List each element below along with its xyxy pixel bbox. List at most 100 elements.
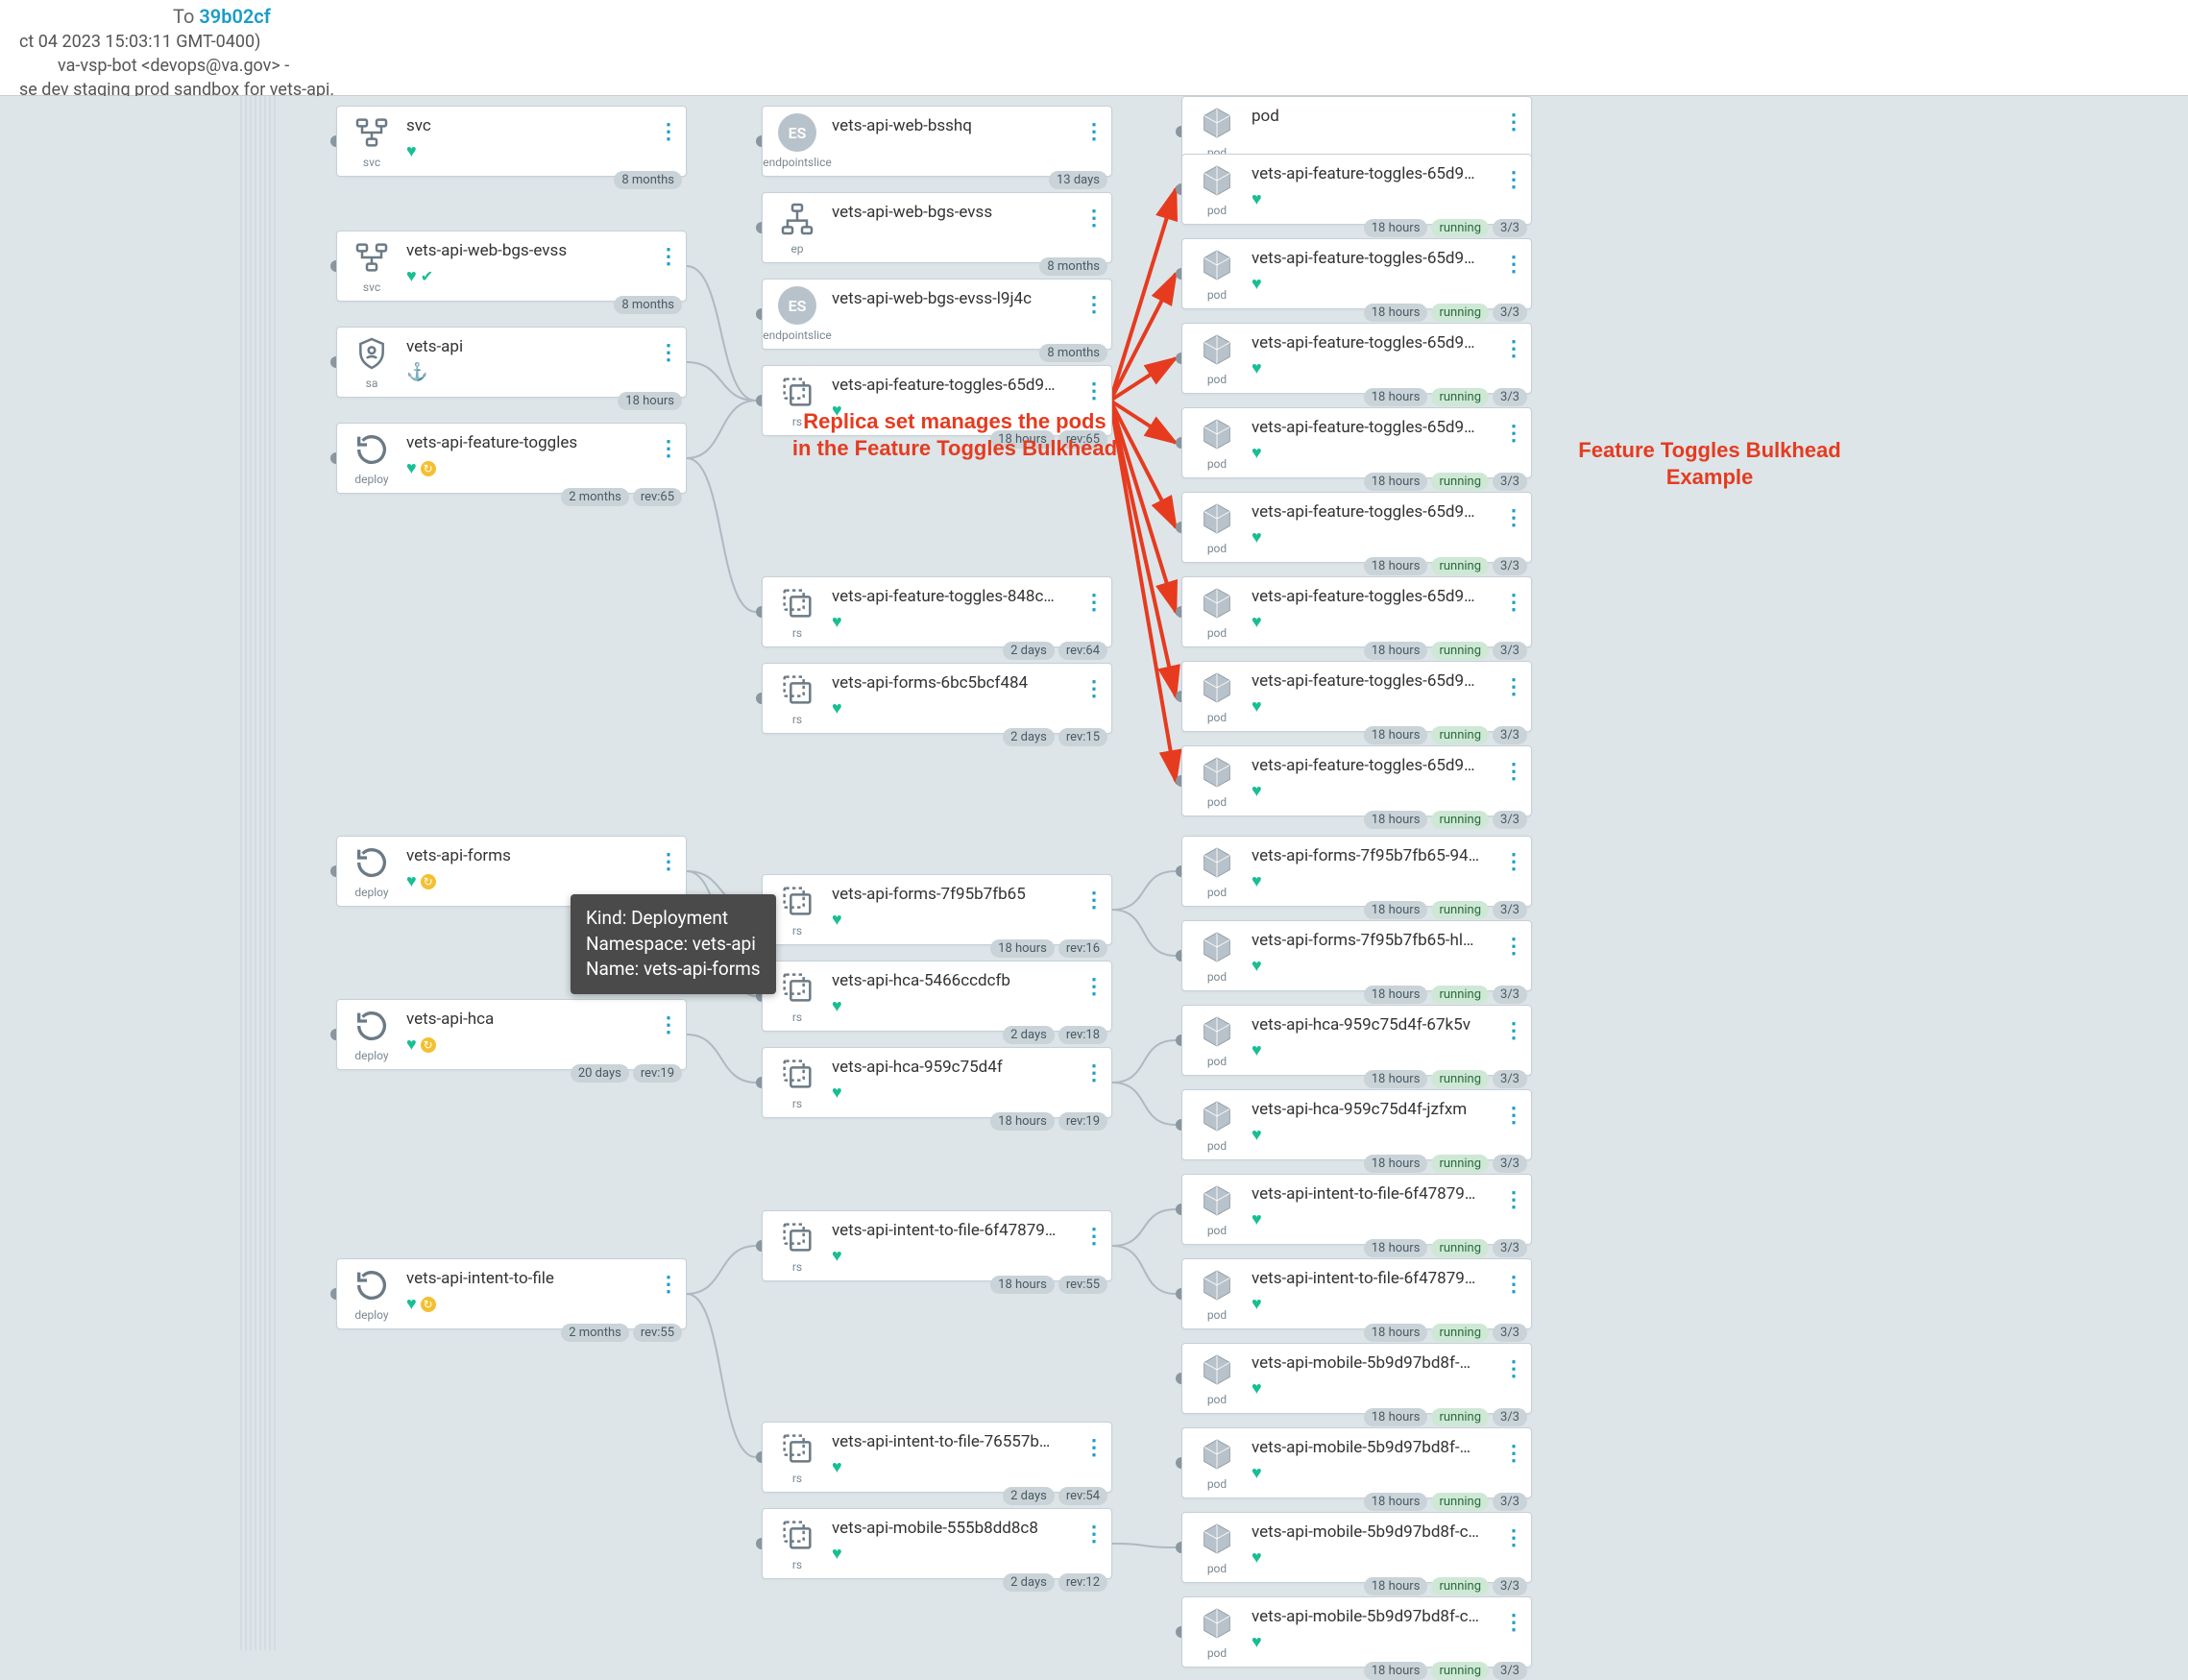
node-menu-icon[interactable]: ⋮ bbox=[651, 424, 686, 461]
resource-node[interactable]: rsvets-api-intent-to-file-6f47879…♥⋮18 h… bbox=[762, 1210, 1112, 1281]
node-icon: pod bbox=[1182, 1513, 1252, 1582]
node-menu-icon[interactable]: ⋮ bbox=[1496, 837, 1531, 874]
resource-node[interactable]: podvets-api-hca-959c75d4f-67k5v♥⋮18 hour… bbox=[1181, 1005, 1532, 1076]
node-menu-icon[interactable]: ⋮ bbox=[1077, 577, 1111, 615]
resource-node[interactable]: rsvets-api-forms-7f95b7fb65♥⋮18 hoursrev… bbox=[762, 874, 1112, 945]
node-menu-icon[interactable]: ⋮ bbox=[1496, 1259, 1531, 1297]
status-badge: rev:16 bbox=[1058, 939, 1107, 958]
resource-node[interactable]: deployvets-api-feature-toggles♥↻⋮2 month… bbox=[336, 423, 687, 494]
node-menu-icon[interactable]: ⋮ bbox=[1496, 1513, 1531, 1550]
status-badge: running bbox=[1431, 1155, 1489, 1173]
node-menu-icon[interactable]: ⋮ bbox=[1496, 1597, 1531, 1635]
node-menu-icon[interactable]: ⋮ bbox=[1496, 493, 1531, 530]
node-menu-icon[interactable]: ⋮ bbox=[651, 231, 686, 269]
status-badge: 3/3 bbox=[1493, 1577, 1527, 1595]
node-menu-icon[interactable]: ⋮ bbox=[1496, 921, 1531, 959]
resource-node[interactable]: deployvets-api-intent-to-file♥↻⋮2 months… bbox=[336, 1258, 687, 1329]
node-menu-icon[interactable]: ⋮ bbox=[651, 1259, 686, 1297]
resource-node[interactable]: svcvets-api-web-bgs-evss♥✔⋮8 months bbox=[336, 231, 687, 302]
node-menu-icon[interactable]: ⋮ bbox=[1077, 193, 1111, 231]
status-badge: 18 hours bbox=[618, 392, 682, 410]
node-menu-icon[interactable]: ⋮ bbox=[1077, 1423, 1111, 1460]
node-menu-icon[interactable]: ⋮ bbox=[1496, 324, 1531, 361]
resource-node[interactable]: podvets-api-forms-7f95b7fb65-94…♥⋮18 hou… bbox=[1181, 836, 1532, 907]
resource-node[interactable]: podvets-api-feature-toggles-65d9…♥⋮18 ho… bbox=[1181, 323, 1532, 394]
status-badge: running bbox=[1431, 219, 1489, 237]
resource-node[interactable]: podvets-api-feature-toggles-65d9…♥⋮18 ho… bbox=[1181, 745, 1532, 816]
resource-node[interactable]: ESendpointslicevets-api-web-bsshq⋮13 day… bbox=[762, 106, 1112, 177]
resource-node[interactable]: ESendpointslicevets-api-web-bgs-evss-l9j… bbox=[762, 279, 1112, 350]
node-menu-icon[interactable]: ⋮ bbox=[1496, 97, 1531, 134]
node-menu-icon[interactable]: ⋮ bbox=[1496, 1090, 1531, 1128]
node-menu-icon[interactable]: ⋮ bbox=[1077, 107, 1111, 144]
node-menu-icon[interactable]: ⋮ bbox=[1496, 408, 1531, 446]
date-line: ct 04 2023 15:03:11 GMT-0400) bbox=[19, 32, 2169, 52]
resource-node[interactable]: rsvets-api-forms-6bc5bcf484♥⋮2 daysrev:1… bbox=[762, 663, 1112, 734]
resource-node[interactable]: podvets-api-mobile-5b9d97bd8f-c…♥⋮18 hou… bbox=[1181, 1512, 1532, 1583]
status-badge: running bbox=[1431, 473, 1489, 491]
resource-node[interactable]: epvets-api-web-bgs-evss⋮8 months bbox=[762, 192, 1112, 263]
resource-node[interactable]: savets-api⚓⋮18 hours bbox=[336, 327, 687, 398]
node-menu-icon[interactable]: ⋮ bbox=[651, 837, 686, 874]
resource-node[interactable]: rsvets-api-mobile-555b8dd8c8♥⋮2 daysrev:… bbox=[762, 1508, 1112, 1579]
status-badge: 2 days bbox=[1003, 1487, 1055, 1505]
status-badge: rev:54 bbox=[1058, 1487, 1107, 1505]
resource-node[interactable]: podvets-api-mobile-5b9d97bd8f-c…♥⋮18 hou… bbox=[1181, 1596, 1532, 1668]
resource-node[interactable]: podvets-api-mobile-5b9d97bd8f-…♥⋮18 hour… bbox=[1181, 1427, 1532, 1498]
node-icon: pod bbox=[1182, 1259, 1252, 1328]
node-menu-icon[interactable]: ⋮ bbox=[1496, 239, 1531, 277]
node-menu-icon[interactable]: ⋮ bbox=[1077, 1509, 1111, 1546]
node-menu-icon[interactable]: ⋮ bbox=[1496, 746, 1531, 784]
node-menu-icon[interactable]: ⋮ bbox=[1077, 366, 1111, 403]
resource-node[interactable]: podvets-api-feature-toggles-65d9…♥⋮18 ho… bbox=[1181, 576, 1532, 647]
resource-node[interactable]: svcsvc♥⋮8 months bbox=[336, 106, 687, 177]
resource-node[interactable]: podvets-api-intent-to-file-6f47879…♥⋮18 … bbox=[1181, 1174, 1532, 1245]
node-menu-icon[interactable]: ⋮ bbox=[651, 1000, 686, 1037]
node-menu-icon[interactable]: ⋮ bbox=[1077, 664, 1111, 701]
node-menu-icon[interactable]: ⋮ bbox=[1077, 875, 1111, 913]
node-menu-icon[interactable]: ⋮ bbox=[1077, 280, 1111, 317]
resource-node[interactable]: deployvets-api-hca♥↻⋮20 daysrev:19 bbox=[336, 999, 687, 1070]
node-menu-icon[interactable]: ⋮ bbox=[1077, 1211, 1111, 1249]
status-badge: 18 hours bbox=[1364, 1408, 1428, 1426]
resource-node[interactable]: podvets-api-feature-toggles-65d9…♥⋮18 ho… bbox=[1181, 407, 1532, 478]
health-heart-icon: ♥ bbox=[832, 910, 842, 930]
sync-pending-icon: ↻ bbox=[421, 874, 436, 889]
to-line: To 39b02cf bbox=[173, 5, 2169, 28]
node-menu-icon[interactable]: ⋮ bbox=[1496, 1175, 1531, 1212]
node-menu-icon[interactable]: ⋮ bbox=[651, 328, 686, 365]
resource-node[interactable]: podvets-api-feature-toggles-65d9…♥⋮18 ho… bbox=[1181, 238, 1532, 309]
node-menu-icon[interactable]: ⋮ bbox=[1077, 962, 1111, 999]
node-title: vets-api-mobile-5b9d97bd8f-… bbox=[1252, 1438, 1496, 1457]
node-menu-icon[interactable]: ⋮ bbox=[1496, 577, 1531, 615]
resource-node[interactable]: podvets-api-feature-toggles-65d9…♥⋮18 ho… bbox=[1181, 661, 1532, 732]
node-menu-icon[interactable]: ⋮ bbox=[1496, 1006, 1531, 1043]
resource-node[interactable]: podvets-api-feature-toggles-65d9…♥⋮18 ho… bbox=[1181, 154, 1532, 225]
health-heart-icon: ♥ bbox=[1252, 871, 1262, 891]
sync-pending-icon: ↻ bbox=[421, 1037, 436, 1053]
resource-node[interactable]: podvets-api-forms-7f95b7fb65-hl…♥⋮18 hou… bbox=[1181, 920, 1532, 991]
node-title: vets-api-forms-7f95b7fb65-hl… bbox=[1252, 931, 1496, 950]
node-menu-icon[interactable]: ⋮ bbox=[1496, 155, 1531, 192]
resource-node[interactable]: rsvets-api-intent-to-file-76557b…♥⋮2 day… bbox=[762, 1422, 1112, 1493]
sync-pending-icon: ↻ bbox=[421, 1297, 436, 1312]
node-menu-icon[interactable]: ⋮ bbox=[1496, 662, 1531, 699]
status-badge: 8 months bbox=[614, 296, 682, 314]
resource-node[interactable]: podvets-api-hca-959c75d4f-jzfxm♥⋮18 hour… bbox=[1181, 1089, 1532, 1160]
resource-node[interactable]: podvets-api-feature-toggles-65d9…♥⋮18 ho… bbox=[1181, 492, 1532, 563]
status-badge: running bbox=[1431, 811, 1489, 829]
status-badge: rev:64 bbox=[1058, 642, 1107, 660]
resource-node[interactable]: rsvets-api-hca-5466ccdcfb♥⋮2 daysrev:18 bbox=[762, 961, 1112, 1032]
resource-node[interactable]: rsvets-api-feature-toggles-848c…♥⋮2 days… bbox=[762, 576, 1112, 647]
resource-node[interactable]: podvets-api-intent-to-file-6f47879…♥⋮18 … bbox=[1181, 1258, 1532, 1329]
resource-node[interactable]: rsvets-api-hca-959c75d4f♥⋮18 hoursrev:19 bbox=[762, 1047, 1112, 1118]
resource-graph-canvas[interactable]: svcsvc♥⋮8 months svcvets-api-web-bgs-evss… bbox=[0, 96, 2188, 1650]
node-menu-icon[interactable]: ⋮ bbox=[1077, 1048, 1111, 1085]
health-heart-icon: ♥ bbox=[1252, 1209, 1262, 1230]
node-menu-icon[interactable]: ⋮ bbox=[651, 107, 686, 144]
resource-node[interactable]: podvets-api-mobile-5b9d97bd8f-…♥⋮18 hour… bbox=[1181, 1343, 1532, 1414]
commit-hash[interactable]: 39b02cf bbox=[199, 5, 271, 28]
node-menu-icon[interactable]: ⋮ bbox=[1496, 1344, 1531, 1381]
node-menu-icon[interactable]: ⋮ bbox=[1496, 1428, 1531, 1466]
health-heart-icon: ♥ bbox=[1252, 189, 1262, 209]
